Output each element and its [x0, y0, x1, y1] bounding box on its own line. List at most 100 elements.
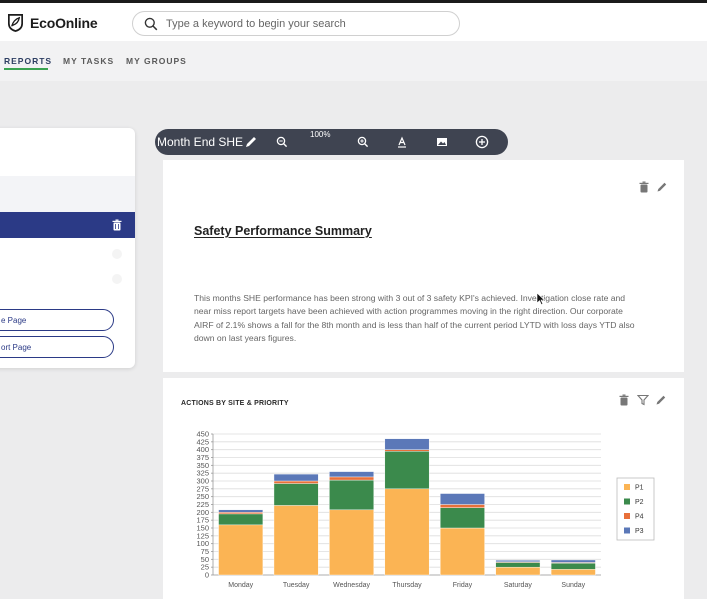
bar-segment-p1 [550, 569, 596, 576]
zoom-out-icon[interactable] [275, 135, 289, 149]
image-icon[interactable] [435, 135, 449, 149]
section-divider [163, 372, 684, 378]
filter-icon[interactable] [637, 394, 649, 406]
text-format-icon[interactable] [395, 135, 409, 149]
y-tick-label: 225 [196, 500, 209, 509]
x-tick-label: Tuesday [283, 582, 310, 589]
bar-segment-p3 [218, 509, 264, 513]
y-tick-label: 150 [196, 524, 209, 533]
y-tick-label: 0 [205, 571, 209, 580]
pencil-icon[interactable] [244, 135, 258, 149]
bar-segment-p2 [440, 507, 485, 529]
bar-segment-p2 [495, 562, 541, 568]
search-icon [144, 17, 158, 30]
y-tick-label: 100 [196, 539, 209, 548]
app-header: EcoOnline [0, 3, 707, 41]
bar-segment-p1 [329, 509, 374, 576]
bar-segment-p4 [273, 480, 319, 484]
y-tick-label: 175 [196, 516, 209, 525]
bar-segment-p3 [329, 471, 374, 478]
search-box[interactable] [132, 11, 460, 36]
bar-segment-p3 [440, 493, 485, 505]
page-row-handle[interactable] [112, 274, 122, 284]
legend-label: P4 [635, 514, 644, 521]
x-tick-label: Friday [453, 582, 473, 589]
y-tick-label: 275 [196, 484, 209, 493]
bar-segment-p1 [440, 527, 485, 576]
bar-segment-p3 [550, 559, 596, 563]
bar-segment-p2 [384, 451, 430, 490]
mouse-cursor-icon [536, 292, 546, 305]
y-tick-label: 300 [196, 477, 209, 486]
add-page-label: e Page [1, 315, 27, 325]
bar-segment-p1 [495, 566, 541, 576]
legend-swatch [624, 527, 630, 534]
y-tick-label: 425 [196, 437, 209, 446]
nav-bar: REPORTS MY TASKS MY GROUPS [0, 41, 707, 81]
x-tick-label: Sunday [561, 582, 585, 589]
edit-chart-icon[interactable] [655, 394, 667, 406]
legend-swatch [624, 484, 630, 490]
search-input[interactable] [166, 17, 446, 30]
legend-label: P3 [635, 528, 644, 535]
bar-segment-p2 [273, 483, 319, 506]
panel-header-band [0, 176, 135, 212]
y-tick-label: 450 [196, 430, 209, 439]
delete-chart-icon[interactable] [618, 394, 630, 406]
bar-segment-p4 [440, 504, 485, 508]
trash-icon[interactable] [111, 219, 123, 231]
bar-segment-p3 [495, 560, 541, 563]
x-tick-label: Monday [228, 582, 253, 589]
tab-my-groups[interactable]: MY GROUPS [126, 56, 187, 66]
active-tab-indicator [4, 68, 48, 70]
bar-segment-p4 [218, 512, 264, 515]
tab-my-tasks[interactable]: MY TASKS [63, 56, 114, 66]
y-tick-label: 75 [201, 547, 209, 556]
delete-section-icon[interactable] [638, 181, 650, 193]
bar-segment-p4 [329, 476, 374, 481]
logo-text: EcoOnline [30, 14, 98, 31]
legend-label: P1 [635, 485, 644, 492]
add-page-button[interactable]: e Page [0, 309, 114, 331]
bar-segment-p2 [329, 479, 374, 511]
y-tick-label: 125 [196, 531, 209, 540]
shield-leaf-icon [7, 14, 24, 32]
y-tick-label: 400 [196, 445, 209, 454]
report-toolbar: Month End SHE 100% [155, 129, 508, 155]
x-tick-label: Wednesday [333, 582, 370, 589]
y-tick-label: 250 [196, 492, 209, 501]
bar-segment-p2 [550, 562, 596, 570]
y-tick-label: 25 [201, 563, 209, 572]
page-row-handle[interactable] [112, 249, 122, 259]
y-tick-label: 50 [201, 555, 209, 564]
y-tick-label: 375 [196, 453, 209, 462]
summary-text: This months SHE performance has been str… [194, 293, 635, 343]
bar-segment-p1 [218, 524, 264, 576]
import-page-button[interactable]: ort Page [0, 336, 114, 358]
bar-segment-p1 [384, 488, 430, 576]
report-pages-panel: e Page ort Page [0, 128, 135, 368]
bar-segment-p3 [384, 438, 430, 450]
summary-title: Safety Performance Summary [194, 224, 372, 238]
add-circle-icon[interactable] [475, 135, 489, 149]
zoom-in-icon[interactable] [356, 135, 370, 149]
zoom-level: 100% [310, 130, 331, 139]
x-tick-label: Saturday [504, 582, 533, 589]
bar-segment-p4 [384, 449, 430, 452]
actions-by-site-chart: 0255075100125150175200225250275300325350… [196, 430, 655, 589]
y-tick-label: 350 [196, 461, 209, 470]
report-title[interactable]: Month End SHE [157, 135, 243, 149]
bar-segment-p1 [273, 505, 319, 576]
y-tick-label: 200 [196, 508, 209, 517]
chart-title: ACTIONS BY SITE & PRIORITY [181, 400, 289, 407]
legend-swatch [624, 513, 630, 519]
import-page-label: ort Page [1, 342, 32, 352]
tab-reports[interactable]: REPORTS [4, 56, 52, 66]
y-tick-label: 325 [196, 469, 209, 478]
legend-label: P2 [635, 499, 644, 506]
legend-swatch [624, 498, 630, 505]
bar-segment-p2 [218, 513, 264, 526]
bar-segment-p3 [273, 473, 319, 482]
edit-section-icon[interactable] [656, 181, 668, 193]
app-logo[interactable]: EcoOnline [6, 13, 98, 32]
